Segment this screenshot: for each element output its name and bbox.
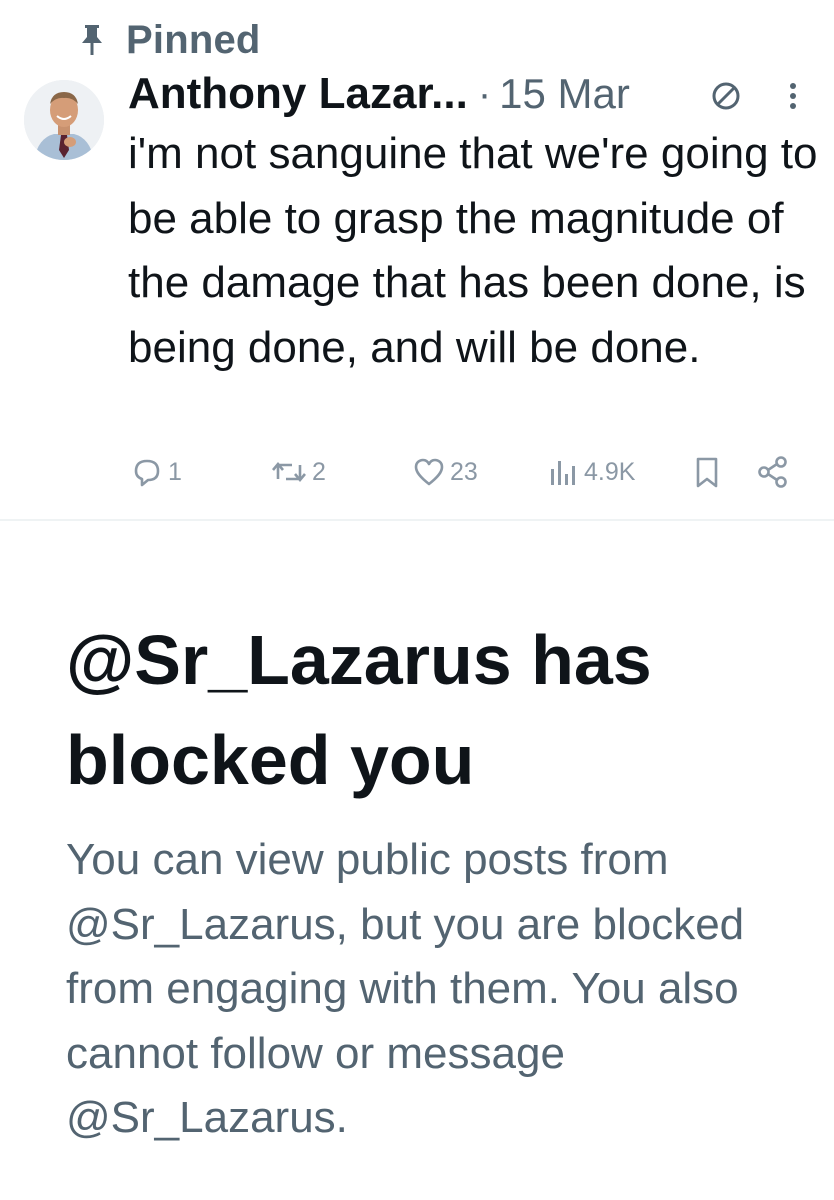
repost-button[interactable]: 2 xyxy=(270,450,326,494)
avatar[interactable] xyxy=(24,80,104,160)
profile-page: Pinned Anthony Lazar... · 15 Mar i'm not… xyxy=(0,0,834,1200)
share-button[interactable] xyxy=(756,450,790,494)
bookmark-icon xyxy=(690,455,724,489)
views-count: 4.9K xyxy=(584,457,636,486)
like-button[interactable]: 23 xyxy=(412,450,478,494)
tweet-actions: 1 2 23 4.9K xyxy=(0,450,834,494)
pinned-label: Pinned xyxy=(126,17,261,62)
pinned-indicator: Pinned xyxy=(78,18,261,62)
like-count: 23 xyxy=(450,457,478,486)
more-vertical-icon[interactable] xyxy=(778,76,808,116)
share-icon xyxy=(756,455,790,489)
views-icon xyxy=(546,455,580,489)
tweet-header: Anthony Lazar... · 15 Mar xyxy=(128,66,808,122)
bookmark-button[interactable] xyxy=(690,450,724,494)
author-name[interactable]: Anthony Lazar... xyxy=(128,69,468,119)
like-icon xyxy=(412,455,446,489)
pin-icon xyxy=(78,23,106,57)
header-separator: · xyxy=(477,71,492,116)
tweet-date[interactable]: 15 Mar xyxy=(499,70,630,118)
reply-restricted-icon xyxy=(708,78,744,114)
repost-count: 2 xyxy=(312,457,326,486)
views-button[interactable]: 4.9K xyxy=(546,450,635,494)
reply-button[interactable]: 1 xyxy=(130,450,182,494)
repost-icon xyxy=(270,455,308,489)
blocked-description: You can view public posts from @Sr_Lazar… xyxy=(66,835,745,1142)
reply-count: 1 xyxy=(168,457,182,486)
tweet-text: i'm not sanguine that we're going to be … xyxy=(128,129,818,372)
section-divider xyxy=(0,519,834,521)
reply-icon xyxy=(130,455,164,489)
blocked-title: @Sr_Lazarus has blocked you xyxy=(66,621,652,799)
